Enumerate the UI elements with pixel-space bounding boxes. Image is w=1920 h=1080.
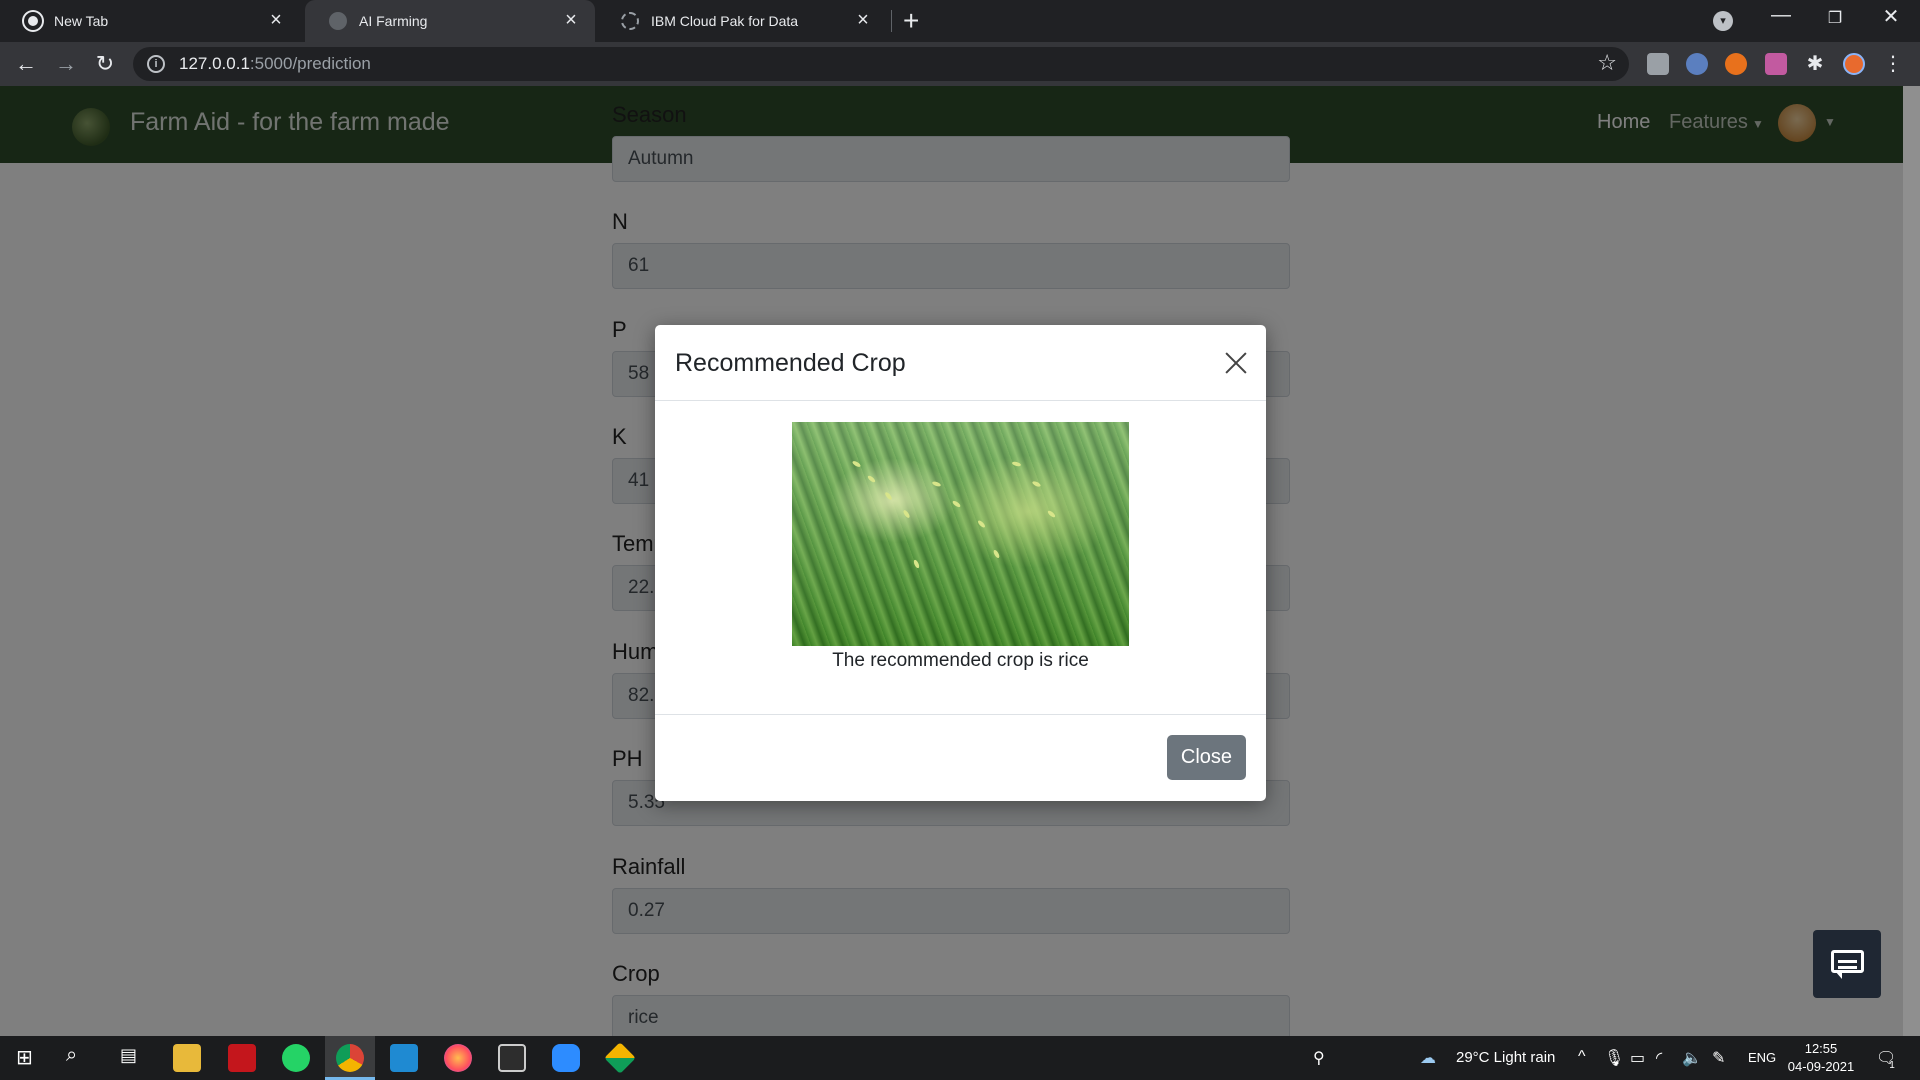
url-path: :5000/prediction (249, 54, 371, 73)
minimize-icon[interactable]: — (1766, 4, 1796, 27)
tab-separator (891, 10, 892, 32)
close-tab-icon[interactable]: × (266, 10, 286, 30)
tab-ai-farming[interactable]: AI Farming × (305, 0, 595, 42)
zoom-icon[interactable] (552, 1044, 580, 1072)
tab-title: IBM Cloud Pak for Data (651, 13, 799, 29)
back-icon[interactable]: ← (12, 50, 40, 78)
volume-icon[interactable]: 🔈 (1682, 1048, 1702, 1068)
pdf-reader-icon[interactable] (228, 1044, 256, 1072)
tab-search-icon[interactable]: ▾ (1713, 11, 1733, 31)
new-tab-button[interactable]: + (903, 6, 919, 36)
wifi-icon[interactable]: ◜ (1656, 1048, 1662, 1068)
microphone-icon[interactable]: 🎙 (1604, 1048, 1624, 1068)
notifications-count: 1 (1889, 1060, 1895, 1071)
restore-icon[interactable]: ❐ (1820, 8, 1850, 28)
pen-icon[interactable]: ✎ (1712, 1048, 1725, 1068)
recommended-crop-modal: Recommended Crop The recommended crop is… (655, 325, 1266, 801)
close-tab-icon[interactable]: × (561, 10, 581, 30)
app-icon[interactable] (604, 1042, 636, 1074)
recommendation-message: The recommended crop is rice (832, 650, 1089, 671)
close-icon[interactable] (1221, 347, 1253, 379)
weather-cloud-icon[interactable]: ☁ (1420, 1048, 1436, 1068)
windows-start-icon[interactable]: ⊞ (16, 1045, 33, 1070)
modal-title: Recommended Crop (675, 349, 906, 377)
browser-tab-strip: New Tab × AI Farming × IBM Cloud Pak for… (0, 0, 1920, 42)
url-host: 127.0.0.1 (179, 54, 250, 73)
close-button[interactable]: Close (1167, 735, 1246, 780)
close-tab-icon[interactable]: × (853, 10, 873, 30)
file-explorer-icon[interactable] (173, 1044, 201, 1072)
language-indicator[interactable]: ENG (1748, 1050, 1776, 1065)
battery-icon[interactable]: ▭ (1630, 1048, 1645, 1068)
ibm-icon (621, 12, 639, 30)
chat-icon-tail (1835, 971, 1842, 979)
weather-text[interactable]: 29°C Light rain (1456, 1049, 1555, 1066)
extension-fire-icon[interactable] (1725, 53, 1747, 75)
reload-icon[interactable]: ↻ (91, 50, 119, 78)
tab-title: New Tab (54, 13, 109, 29)
chevron-up-icon[interactable]: ^ (1578, 1048, 1586, 1066)
whatsapp-icon[interactable] (282, 1044, 310, 1072)
extension-glasses-icon[interactable] (1686, 53, 1708, 75)
tab-title: AI Farming (359, 13, 428, 29)
profile-avatar-icon[interactable] (1843, 53, 1865, 75)
chrome-taskbar-icon[interactable] (336, 1044, 364, 1072)
rice-plant-image (792, 422, 1129, 646)
address-bar[interactable]: i 127.0.0.1:5000/prediction ☆ (133, 47, 1629, 81)
people-icon[interactable]: ⚲ (1313, 1048, 1325, 1068)
browser-menu-icon[interactable]: ⋮ (1882, 53, 1904, 75)
bookmark-star-icon[interactable]: ☆ (1597, 50, 1617, 76)
windows-taskbar: ⊞ ⌕ ▤ ⚲ ☁ 29°C Light rain ^ 🎙 ▭ ◜ 🔈 ✎ EN… (0, 1036, 1920, 1080)
page-scrollbar[interactable] (1903, 86, 1920, 1036)
extension-icon[interactable] (1647, 53, 1669, 75)
window-close-icon[interactable]: ✕ (1876, 4, 1906, 29)
task-view-icon[interactable]: ▤ (120, 1045, 137, 1066)
clock-date[interactable]: 04-09-2021 (1786, 1059, 1856, 1074)
chat-icon (1831, 950, 1864, 973)
extension-pen-icon[interactable] (1765, 53, 1787, 75)
globe-icon (329, 12, 347, 30)
tab-ibm-cloud-pak[interactable]: IBM Cloud Pak for Data × (597, 0, 887, 42)
chat-button[interactable] (1813, 930, 1881, 998)
clock-time[interactable]: 12:55 (1786, 1041, 1856, 1056)
forward-icon[interactable]: → (52, 50, 80, 78)
terminal-icon[interactable] (498, 1044, 526, 1072)
page-viewport: Farm Aid - for the farm made Home Featur… (0, 86, 1920, 1036)
tab-new-tab[interactable]: New Tab × (0, 0, 300, 42)
search-icon[interactable]: ⌕ (66, 1044, 77, 1067)
firefox-icon[interactable] (444, 1044, 472, 1072)
modal-header: Recommended Crop (655, 325, 1266, 401)
site-info-icon[interactable]: i (147, 55, 165, 73)
vscode-icon[interactable] (390, 1044, 418, 1072)
modal-footer: Close (655, 714, 1266, 801)
chrome-icon (24, 12, 42, 30)
image-overlay (792, 422, 1129, 646)
extensions-puzzle-icon[interactable]: ✱ (1804, 53, 1826, 75)
browser-toolbar: ← → ↻ i 127.0.0.1:5000/prediction ☆ (0, 42, 1920, 86)
